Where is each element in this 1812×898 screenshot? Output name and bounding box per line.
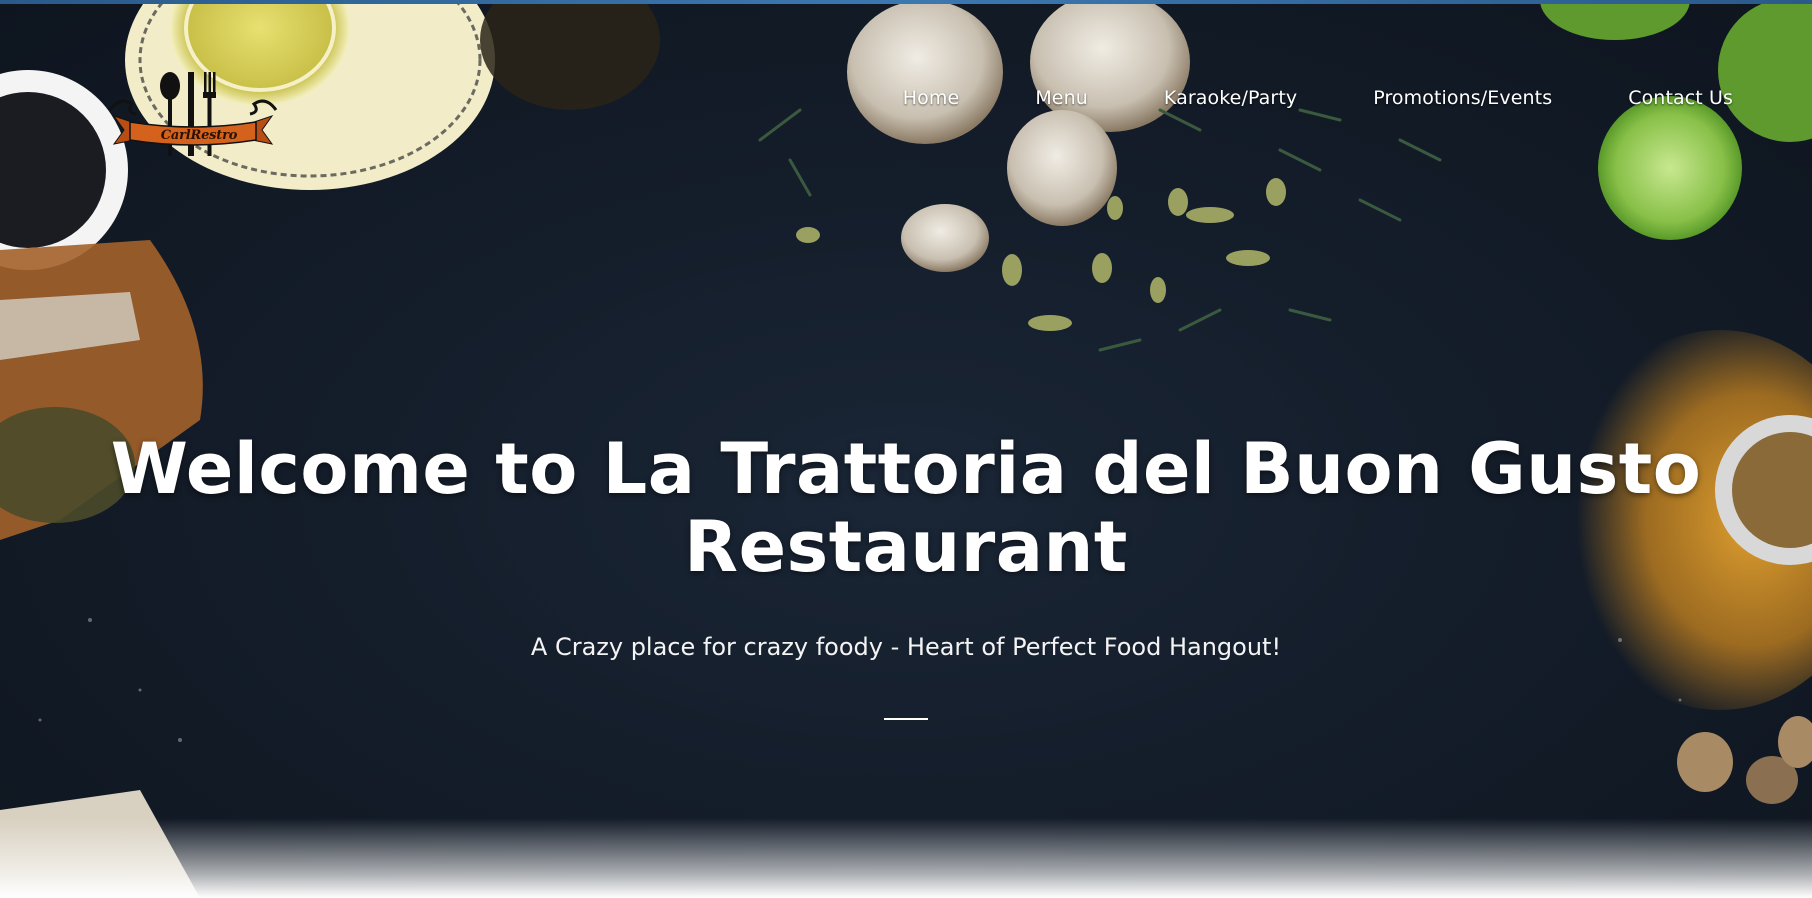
main-navigation: Home Menu Karaoke/Party Promotions/Event… (903, 84, 1733, 112)
hero-content: Welcome to La Trattoria del Buon Gusto R… (0, 430, 1812, 720)
nav-item-home[interactable]: Home (903, 84, 960, 112)
logo-text: CarlRestro (160, 128, 238, 143)
nav-item-promotions-events[interactable]: Promotions/Events (1373, 84, 1552, 112)
top-accent-strip (0, 0, 1812, 4)
nav-item-karaoke-party[interactable]: Karaoke/Party (1164, 84, 1297, 112)
hero-subtitle: A Crazy place for crazy foody - Heart of… (530, 633, 1282, 661)
nav-item-contact-us[interactable]: Contact Us (1628, 84, 1733, 112)
hero-divider (884, 718, 928, 720)
page: CarlRestro Home Menu Karaoke/Party Promo… (0, 0, 1812, 898)
fork-spoon-logo-icon (108, 72, 278, 156)
site-logo[interactable]: CarlRestro (108, 72, 278, 172)
nav-item-menu[interactable]: Menu (1035, 84, 1088, 112)
hero-bottom-fade (0, 818, 1812, 898)
hero-title: Welcome to La Trattoria del Buon Gusto R… (110, 428, 1702, 588)
